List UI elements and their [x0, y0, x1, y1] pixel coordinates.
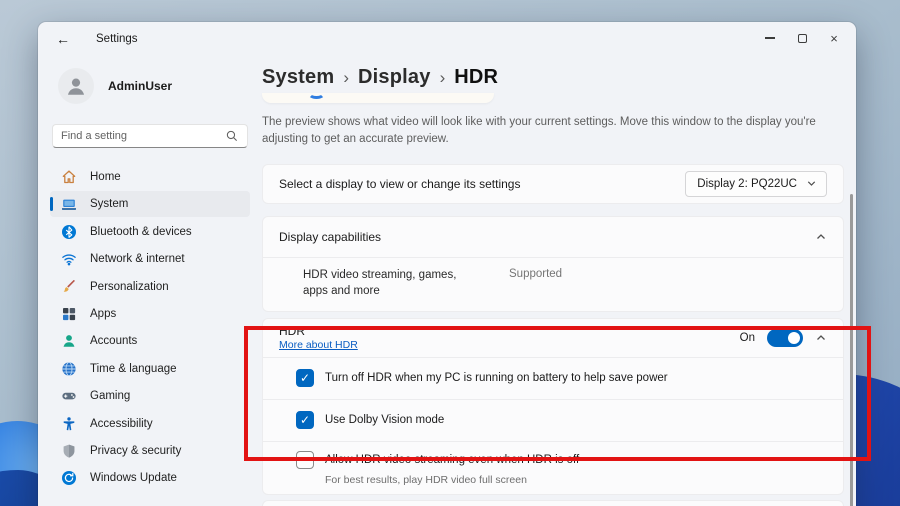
- preview-note: The preview shows what video will look l…: [262, 116, 816, 146]
- display-capabilities-card: Display capabilities HDR video streaming…: [262, 215, 844, 312]
- sidebar-item-network[interactable]: Network & internet: [50, 246, 250, 272]
- sidebar-item-label: Time & language: [90, 362, 177, 375]
- brush-icon: [61, 279, 77, 295]
- gamepad-icon: [61, 388, 77, 404]
- display-select-dropdown[interactable]: Display 2: PQ22UC: [685, 170, 827, 197]
- search-input[interactable]: [61, 130, 225, 142]
- breadcrumb-hdr: HDR: [454, 66, 499, 88]
- hdr-option-row-battery: ✓ Turn off HDR when my PC is running on …: [263, 356, 843, 399]
- hdr-option-label: Turn off HDR when my PC is running on ba…: [325, 372, 668, 385]
- sidebar-item-time-language[interactable]: Time & language: [50, 356, 250, 382]
- sidebar-item-privacy[interactable]: Privacy & security: [50, 438, 250, 464]
- display-capabilities-title: Display capabilities: [279, 229, 382, 244]
- more-about-hdr-link[interactable]: More about HDR: [279, 339, 358, 351]
- sidebar-item-label: Privacy & security: [90, 444, 182, 457]
- shield-icon: [61, 443, 77, 459]
- sidebar-item-personalization[interactable]: Personalization: [50, 274, 250, 300]
- close-button[interactable]: ×: [818, 24, 850, 52]
- check-icon: ✓: [299, 371, 311, 386]
- dolby-vision-checkbox[interactable]: ✓: [296, 411, 314, 430]
- person-icon: [68, 78, 84, 95]
- preview-arc-icon: [308, 89, 325, 99]
- hdr-card: HDR More about HDR On ✓ Turn off HDR whe…: [262, 317, 844, 495]
- capability-row: HDR video streaming, games, apps and mor…: [263, 256, 843, 311]
- battery-saver-checkbox[interactable]: ✓: [296, 369, 314, 388]
- laptop-icon: [61, 196, 77, 212]
- sidebar-item-home[interactable]: Home: [50, 164, 250, 190]
- sidebar-item-label: Accessibility: [90, 417, 153, 430]
- sidebar-item-windows-update[interactable]: Windows Update: [50, 465, 250, 491]
- minimize-icon: [765, 37, 775, 39]
- search-box[interactable]: [52, 124, 248, 148]
- capability-feature: HDR video streaming, games, apps and mor…: [303, 268, 457, 298]
- minimize-button[interactable]: [754, 24, 786, 52]
- capability-status: Supported: [509, 267, 563, 280]
- toggle-knob: [788, 331, 800, 344]
- chevron-right-icon: ›: [343, 68, 350, 87]
- hdr-calibration-card[interactable]: HDR Display Calibration Improve color ac…: [262, 499, 844, 506]
- sidebar-item-system[interactable]: System: [50, 191, 250, 218]
- hdr-toggle[interactable]: [767, 328, 803, 347]
- chevron-up-icon[interactable]: [815, 231, 827, 243]
- breadcrumb: System › Display › HDR: [262, 66, 844, 89]
- sidebar-item-label: System: [90, 198, 129, 211]
- sidebar-item-gaming[interactable]: Gaming: [50, 383, 250, 409]
- hdr-option-row-streaming: ✓ Allow HDR video streaming even when HD…: [263, 440, 843, 494]
- user-profile[interactable]: AdminUser: [50, 62, 250, 106]
- titlebar: ← Settings ×: [38, 22, 856, 56]
- hdr-option-note: For best results, play HDR video full sc…: [325, 473, 527, 486]
- sidebar: AdminUser Home System: [38, 56, 262, 506]
- sidebar-item-label: Bluetooth & devices: [90, 225, 192, 238]
- home-icon: [61, 169, 77, 185]
- check-icon: ✓: [299, 413, 311, 428]
- hdr-toggle-state: On: [739, 331, 755, 344]
- user-name: AdminUser: [108, 79, 173, 93]
- window-controls: ×: [754, 24, 850, 52]
- sidebar-item-label: Home: [90, 171, 121, 183]
- chevron-right-icon: ›: [439, 68, 446, 87]
- sidebar-item-label: Personalization: [90, 280, 169, 293]
- sidebar-item-label: Network & internet: [90, 253, 185, 266]
- main-content: System › Display › HDR The preview shows…: [262, 56, 856, 506]
- account-person-icon: [61, 333, 77, 349]
- chevron-up-icon[interactable]: [815, 332, 827, 344]
- display-selector-card: Select a display to view or change its s…: [262, 163, 844, 204]
- sidebar-item-apps[interactable]: Apps: [50, 301, 250, 327]
- scrollbar-thumb[interactable]: [850, 194, 853, 506]
- sidebar-item-label: Accounts: [90, 335, 138, 348]
- sidebar-item-accounts[interactable]: Accounts: [50, 328, 250, 354]
- sidebar-item-label: Apps: [90, 307, 117, 320]
- sidebar-item-label: Windows Update: [90, 472, 177, 485]
- globe-icon: [61, 361, 77, 377]
- apps-grid-icon: [61, 306, 77, 322]
- sidebar-item-accessibility[interactable]: Accessibility: [50, 411, 250, 437]
- avatar: [58, 68, 94, 104]
- display-select-value: Display 2: PQ22UC: [697, 177, 797, 190]
- update-icon: [61, 470, 77, 486]
- sidebar-item-bluetooth[interactable]: Bluetooth & devices: [50, 219, 250, 245]
- hdr-title: HDR: [279, 324, 305, 339]
- accessibility-person-icon: [61, 416, 77, 432]
- breadcrumb-system[interactable]: System: [262, 66, 334, 89]
- sidebar-item-label: Gaming: [90, 390, 131, 403]
- sidebar-nav: Home System Bluetooth & devices Network …: [50, 164, 250, 491]
- window-title: Settings: [96, 33, 138, 45]
- maximize-icon: [797, 33, 807, 43]
- search-icon: [226, 130, 238, 142]
- bluetooth-icon: [61, 224, 77, 240]
- hdr-option-label: Use Dolby Vision mode: [325, 414, 445, 427]
- video-preview-remnant: [262, 93, 494, 103]
- hdr-option-row-dolby: ✓ Use Dolby Vision mode: [263, 398, 843, 441]
- maximize-button[interactable]: [786, 24, 818, 52]
- breadcrumb-display[interactable]: Display: [358, 66, 431, 89]
- wifi-icon: [61, 251, 77, 267]
- back-icon[interactable]: ←: [56, 31, 80, 47]
- hdr-streaming-checkbox[interactable]: ✓: [296, 450, 314, 469]
- display-capabilities-header[interactable]: Display capabilities: [263, 217, 843, 257]
- hdr-header-row: HDR More about HDR On: [263, 319, 843, 357]
- display-selector-label: Select a display to view or change its s…: [279, 176, 521, 191]
- hdr-option-label: Allow HDR video streaming even when HDR …: [325, 453, 580, 466]
- chevron-down-icon: [807, 181, 816, 186]
- settings-window: ← Settings × AdminUser Find a setting Ho…: [38, 22, 856, 506]
